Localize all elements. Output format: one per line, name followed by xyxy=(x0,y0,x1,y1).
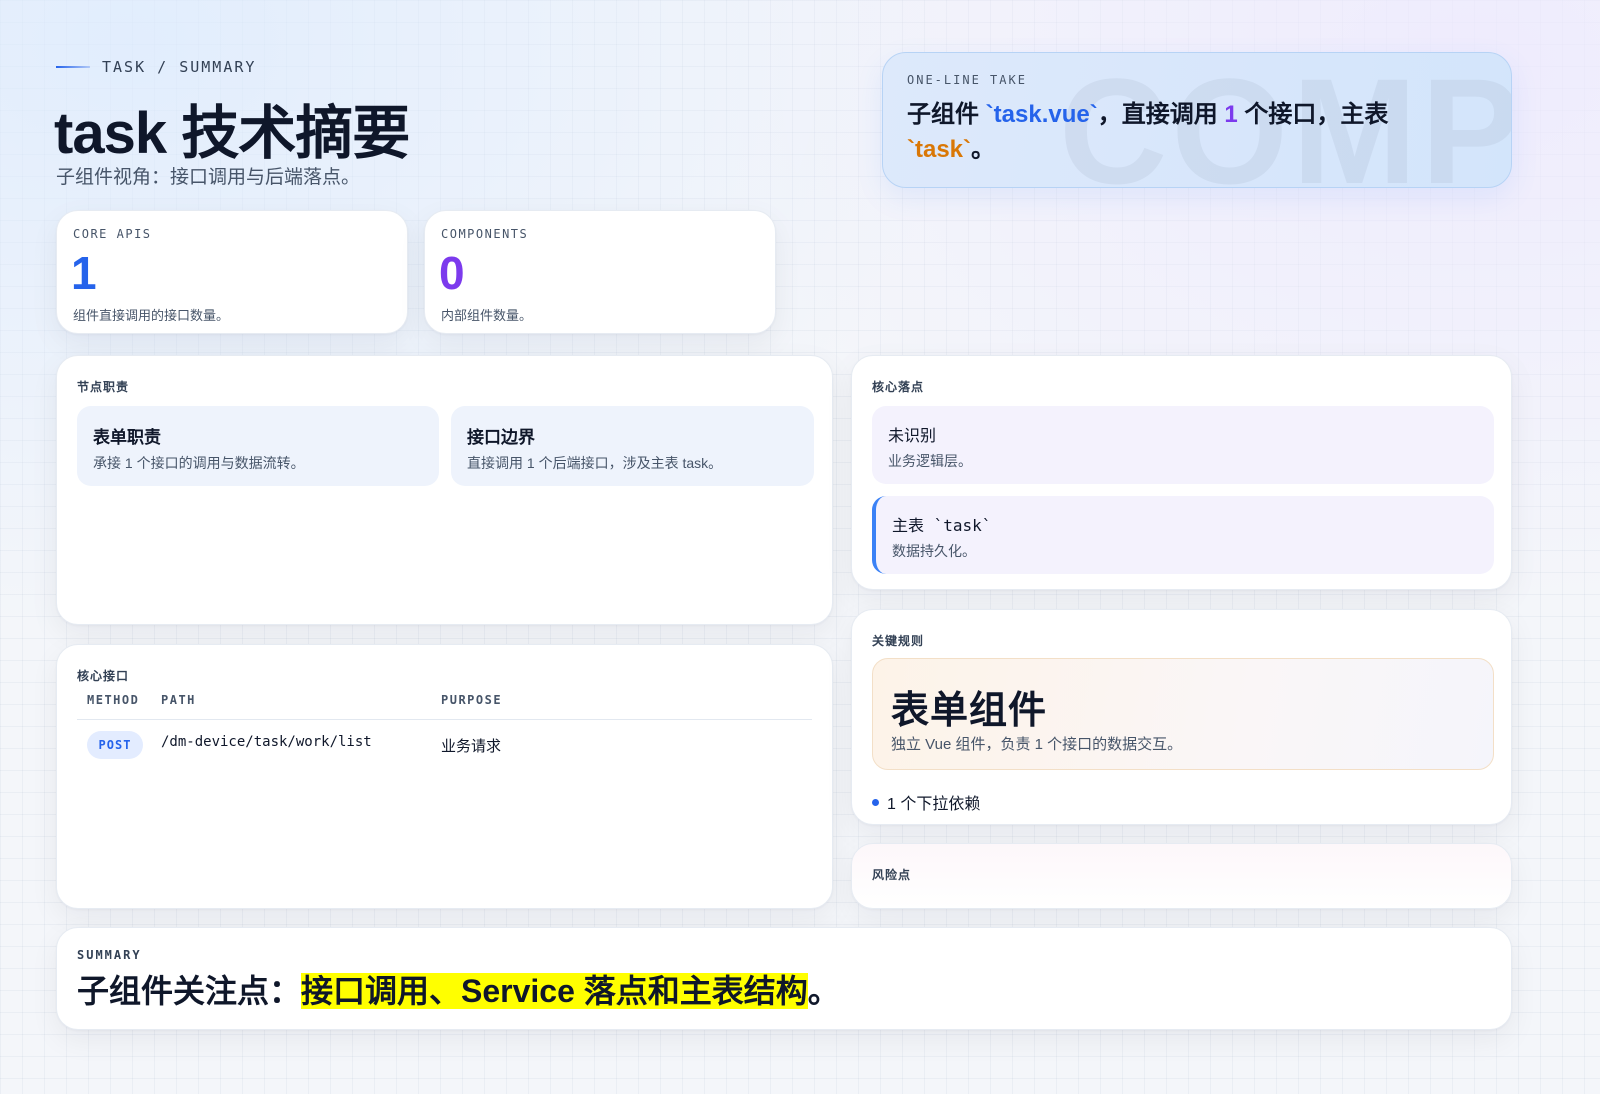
column-header-path: PATH xyxy=(161,693,196,707)
card-label: 风险点 xyxy=(872,868,912,882)
page-title: task 技术摘要 xyxy=(54,101,410,166)
column-header-purpose: PURPOSE xyxy=(441,693,503,707)
one-line-take-card: COMP ONE-LINE TAKE 子组件 `task.vue`，直接调用 1… xyxy=(882,52,1512,188)
summary-suffix: 。 xyxy=(807,973,840,1009)
column-header-method: METHOD xyxy=(87,693,140,707)
summary-text: 子组件关注点：接口调用、Service 落点和主表结构。 xyxy=(77,968,840,1014)
rule-highlight-box: 表单组件 独立 Vue 组件，负责 1 个接口的数据交互。 xyxy=(872,658,1494,770)
card-label: 核心落点 xyxy=(872,380,925,394)
stat-value: 1 xyxy=(71,247,97,299)
stat-value: 0 xyxy=(439,247,465,299)
rule-bullet: 1 个下拉依赖 xyxy=(872,790,980,814)
duty-item: 表单职责 承接 1 个接口的调用与数据流转。 xyxy=(77,406,439,486)
landing-item: 未识别 业务逻辑层。 xyxy=(872,406,1494,484)
take-label: ONE-LINE TAKE xyxy=(907,73,1027,87)
core-landing-card: 核心落点 未识别 业务逻辑层。 主表 `task` 数据持久化。 xyxy=(851,355,1512,590)
summary-highlight: 接口调用、Service 落点和主表结构 xyxy=(301,973,808,1009)
bullet-dot-icon xyxy=(872,798,879,806)
summary-prefix: 子组件关注点： xyxy=(77,973,302,1009)
table-divider xyxy=(77,719,812,720)
duty-item: 接口边界 直接调用 1 个后端接口，涉及主表 task。 xyxy=(451,406,814,486)
stat-card-components: COMPONENTS 0 内部组件数量。 xyxy=(424,210,776,334)
api-path: /dm-device/task/work/list xyxy=(161,734,372,750)
landing-description: 业务逻辑层。 xyxy=(888,453,972,469)
stat-description: 组件直接调用的接口数量。 xyxy=(73,308,230,323)
card-label: 核心接口 xyxy=(77,669,130,683)
eyebrow: TASK / SUMMARY xyxy=(56,58,256,76)
landing-title: 未识别 xyxy=(888,428,937,445)
duty-title: 接口边界 xyxy=(467,428,535,447)
card-label: 节点职责 xyxy=(77,380,130,394)
core-apis-card: 核心接口 METHOD PATH PURPOSE POST /dm-device… xyxy=(56,644,833,909)
duty-title: 表单职责 xyxy=(93,428,161,447)
landing-item-accent: 主表 `task` 数据持久化。 xyxy=(872,496,1494,574)
stat-label: COMPONENTS xyxy=(441,227,529,241)
eyebrow-line xyxy=(56,66,90,68)
take-text-mid: ，直接调用 xyxy=(1097,101,1225,128)
method-badge: POST xyxy=(87,731,143,759)
risk-card: 风险点 xyxy=(851,843,1512,909)
take-text-prefix: 子组件 xyxy=(907,101,986,128)
take-text-mid2: 个接口，主表 xyxy=(1237,101,1389,128)
stat-card-core-apis: CORE APIS 1 组件直接调用的接口数量。 xyxy=(56,210,408,334)
take-text: 子组件 `task.vue`，直接调用 1 个接口，主表 `task`。 xyxy=(907,97,1427,167)
summary-label: SUMMARY xyxy=(77,948,142,962)
stat-label: CORE APIS xyxy=(73,227,152,241)
take-api-count: 1 xyxy=(1224,101,1238,128)
card-label: 关键规则 xyxy=(872,634,925,648)
eyebrow-text: TASK / SUMMARY xyxy=(102,58,257,76)
duty-description: 直接调用 1 个后端接口，涉及主表 task。 xyxy=(467,455,723,471)
take-table-name: `task` xyxy=(907,136,972,163)
summary-card: SUMMARY 子组件关注点：接口调用、Service 落点和主表结构。 xyxy=(56,927,1512,1030)
key-rules-card: 关键规则 表单组件 独立 Vue 组件，负责 1 个接口的数据交互。 1 个下拉… xyxy=(851,609,1512,825)
stat-description: 内部组件数量。 xyxy=(441,308,533,323)
duty-description: 承接 1 个接口的调用与数据流转。 xyxy=(93,455,305,471)
landing-description: 数据持久化。 xyxy=(892,543,976,559)
take-component-name: `task.vue` xyxy=(985,101,1098,128)
rule-description: 独立 Vue 组件，负责 1 个接口的数据交互。 xyxy=(891,736,1183,753)
landing-title: 主表 `task` xyxy=(892,516,992,535)
api-purpose: 业务请求 xyxy=(441,738,502,755)
page-subtitle: 子组件视角：接口调用与后端落点。 xyxy=(56,167,361,188)
take-text-suffix: 。 xyxy=(971,136,996,163)
bullet-text: 1 个下拉依赖 xyxy=(887,796,981,813)
node-duties-card: 节点职责 表单职责 承接 1 个接口的调用与数据流转。 接口边界 直接调用 1 … xyxy=(56,355,833,625)
rule-title: 表单组件 xyxy=(891,690,1048,732)
